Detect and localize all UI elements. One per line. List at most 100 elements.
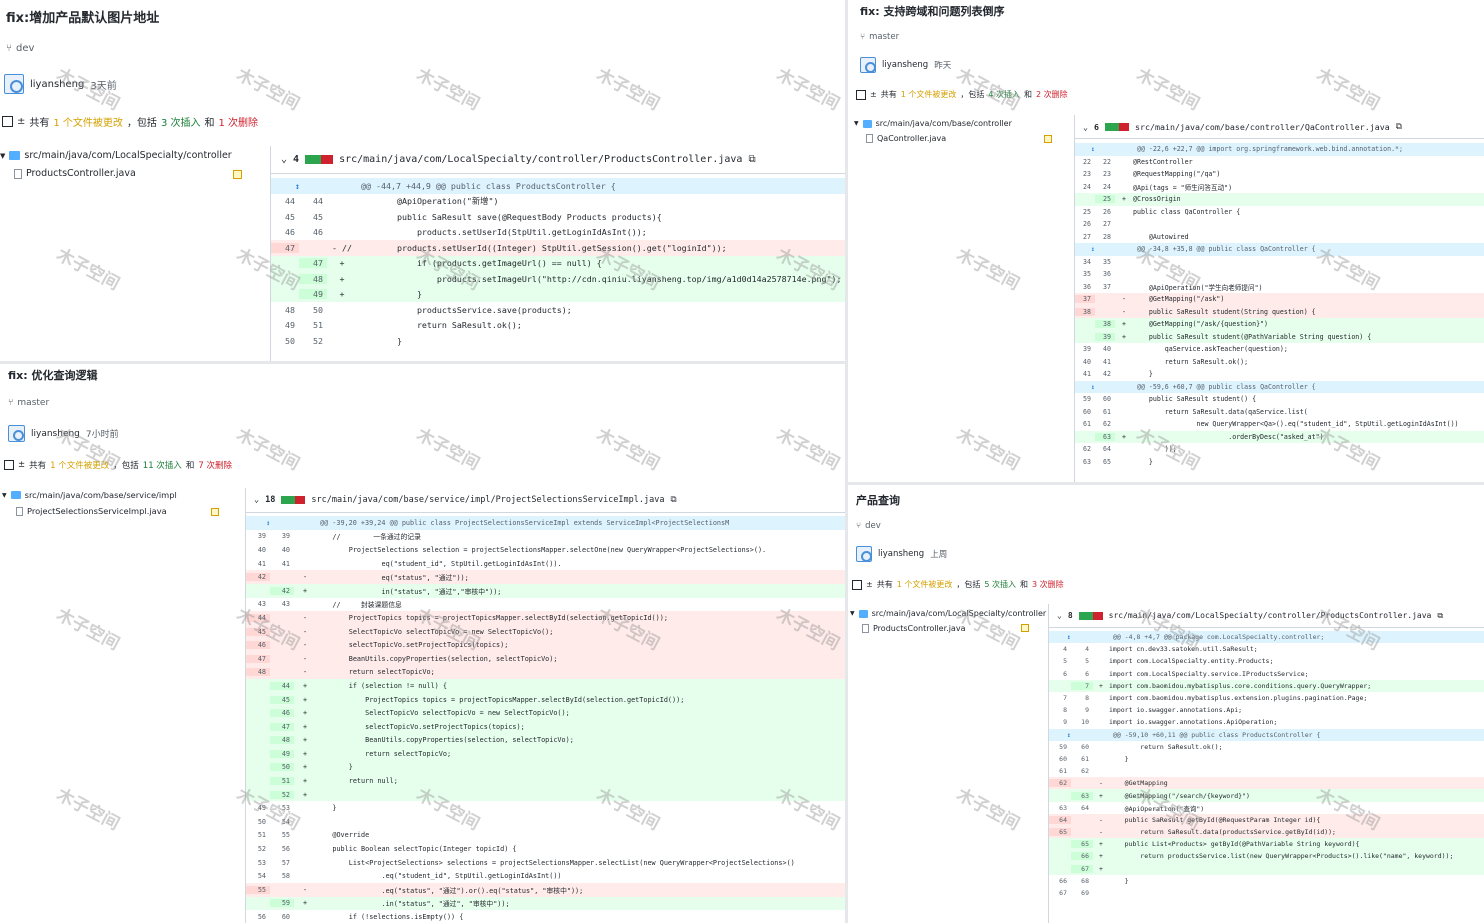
new-line-number: 45 [313, 211, 323, 222]
change-bar [281, 496, 306, 504]
diff-sign: + [1099, 840, 1103, 849]
tree-file[interactable]: ProductsController.java [14, 168, 136, 179]
code-text: qaService.askTeacher(question); [1133, 345, 1288, 354]
diff-sign: + [302, 749, 308, 758]
copy-icon[interactable]: ⧉ [748, 154, 755, 165]
new-line-number: 55 [281, 831, 290, 840]
expand-icon[interactable]: ↕ [1091, 383, 1095, 391]
code-text: selectTopicVo.setProjectTopics(topics); [316, 641, 509, 650]
code-text: if (selection != null) { [316, 681, 447, 690]
chevron-down-icon[interactable]: ⌄ [1057, 611, 1062, 620]
diff-line: 38 - public SaResult student(String quest… [1075, 305, 1484, 318]
tree-folder[interactable]: ▼ src/main/java/com/base/controller [854, 119, 1012, 128]
code-text: @Api(tags = "师生问答互动") [1133, 183, 1233, 192]
diff-line: 51 55 @Override [246, 829, 845, 843]
new-line-number: 64 [1081, 803, 1089, 812]
diff-line: 48 + products.setImageUrl("http://cdn.qin… [271, 271, 845, 287]
commit-time: 3天前 [90, 80, 117, 92]
new-line-number: 68 [1081, 876, 1089, 885]
chevron-down-icon[interactable]: ⌄ [281, 154, 287, 165]
new-line-number: 67 [1071, 864, 1093, 873]
tree-file[interactable]: QaController.java [866, 134, 946, 143]
toggle-tree-icon[interactable] [2, 116, 13, 127]
expand-icon[interactable]: ↕ [266, 519, 270, 527]
toggle-tree-icon[interactable] [856, 89, 866, 100]
diff-stats: ± 共有 1 个文件被更改 ，包括 4 次插入 和 2 次删除 [856, 89, 1068, 100]
code-text: products.setUserId(StpUtil.getLoginIdAsI… [357, 227, 647, 238]
tree-folder[interactable]: ▼ src/main/java/com/base/service/impl [2, 490, 177, 500]
new-line-number: 49 [299, 289, 327, 300]
diff-line: 44 - ProjectTopics topics = projectTopics… [246, 611, 845, 625]
new-line-number: 62 [1081, 767, 1089, 776]
expand-icon[interactable]: ↕ [1091, 245, 1095, 253]
new-line-number: 54 [281, 817, 290, 826]
tree-file[interactable]: ProductsController.java [862, 624, 965, 633]
diff-sign: + [1099, 681, 1103, 690]
diff-sign: - [1122, 307, 1126, 316]
tree-file[interactable]: ProjectSelectionsServiceImpl.java [16, 506, 167, 516]
expand-icon[interactable]: ↕ [1091, 145, 1095, 153]
old-line-number: 4 [1063, 645, 1067, 654]
author-row: liyansheng 7小时前 [8, 425, 119, 442]
author-name[interactable]: liyansheng [882, 60, 928, 70]
tree-folder[interactable]: ▼ src/main/java/com/LocalSpecialty/contr… [0, 150, 232, 161]
author-name[interactable]: liyansheng [31, 429, 80, 439]
old-line-number: 34 [1083, 257, 1091, 266]
branch-label: ⑂ dev [6, 43, 35, 54]
diff-line: 40 41 return SaResult.ok(); [1075, 356, 1484, 369]
old-line-number: 52 [257, 845, 266, 854]
diff-line: 60 61 return SaResult.data(qaService.list… [1075, 406, 1484, 419]
toggle-tree-icon[interactable] [852, 579, 862, 590]
avatar [4, 74, 24, 94]
expand-icon[interactable]: ↕ [295, 181, 300, 191]
code-text: @CrossOrigin [1133, 195, 1181, 204]
diff-line: 49 53 } [246, 801, 845, 815]
code-text: @@ -44,7 +44,9 @@ public class ProductsC… [361, 180, 616, 191]
new-line-number: 60 [281, 913, 290, 922]
copy-icon[interactable]: ⧉ [1396, 121, 1402, 132]
new-line-number: 58 [281, 872, 290, 881]
copy-icon[interactable]: ⧉ [670, 495, 676, 505]
new-line-number: 23 [1103, 170, 1111, 179]
code-text: @@ -39,20 +39,24 @@ public class Project… [320, 518, 730, 527]
chevron-down-icon[interactable]: ⌄ [254, 495, 259, 505]
new-line-number: 42 [1103, 370, 1111, 379]
expand-icon[interactable]: ↕ [1067, 633, 1071, 641]
code-text: import com.LocalSpecialty.service.IProdu… [1109, 669, 1309, 678]
author-row: liyansheng 昨天 [860, 57, 951, 73]
toggle-tree-icon[interactable] [4, 460, 14, 470]
new-line-number: 51 [313, 320, 323, 331]
expand-icon[interactable]: ↕ [1067, 731, 1071, 739]
change-bar [1105, 122, 1129, 131]
change-count: 18 [265, 495, 276, 505]
old-line-number: 46 [246, 641, 270, 650]
commit-time: 上周 [930, 550, 948, 560]
author-name[interactable]: liyansheng [30, 79, 84, 90]
copy-icon[interactable]: ⧉ [1437, 611, 1443, 621]
diff-line: 59 60 public SaResult student() { [1075, 393, 1484, 406]
diff-line: 62 64 )); [1075, 443, 1484, 456]
old-line-number: 41 [1083, 370, 1091, 379]
diff-lines: ↕ @@ -4,8 +4,7 @@ package com.LocalSpecia… [1049, 631, 1484, 899]
code-text: } [1133, 457, 1153, 466]
new-line-number: 42 [270, 586, 294, 595]
code-text: import io.swagger.annotations.Api; [1109, 706, 1243, 715]
code-text: import cn.dev33.satoken.util.SaResult; [1109, 645, 1258, 654]
modified-badge-icon [211, 508, 219, 516]
author-name[interactable]: liyansheng [878, 549, 924, 559]
diff-sign: + [302, 899, 308, 908]
old-line-number: 25 [1083, 207, 1091, 216]
diff-sign: + [1122, 320, 1126, 329]
diff-line: 5 5 import com.LocalSpecialty.entity.Produ… [1049, 655, 1484, 667]
new-line-number: 60 [1103, 395, 1111, 404]
tree-folder[interactable]: ▼ src/main/java/com/LocalSpecialty/contr… [850, 609, 1046, 618]
code-text: public List<Products> getById(@PathVaria… [1109, 840, 1360, 849]
new-line-number: 64 [1103, 445, 1111, 454]
change-count: 6 [1094, 121, 1099, 132]
diff-line: 47 + if (products.getImageUrl() == null) … [271, 255, 845, 271]
diff-line: 37 - @GetMapping("/ask") [1075, 293, 1484, 306]
code-text: public SaResult getById(@RequestParam In… [1109, 815, 1321, 824]
old-line-number: 46 [285, 227, 295, 238]
chevron-down-icon[interactable]: ⌄ [1083, 122, 1088, 132]
old-line-number: 39 [257, 532, 266, 541]
